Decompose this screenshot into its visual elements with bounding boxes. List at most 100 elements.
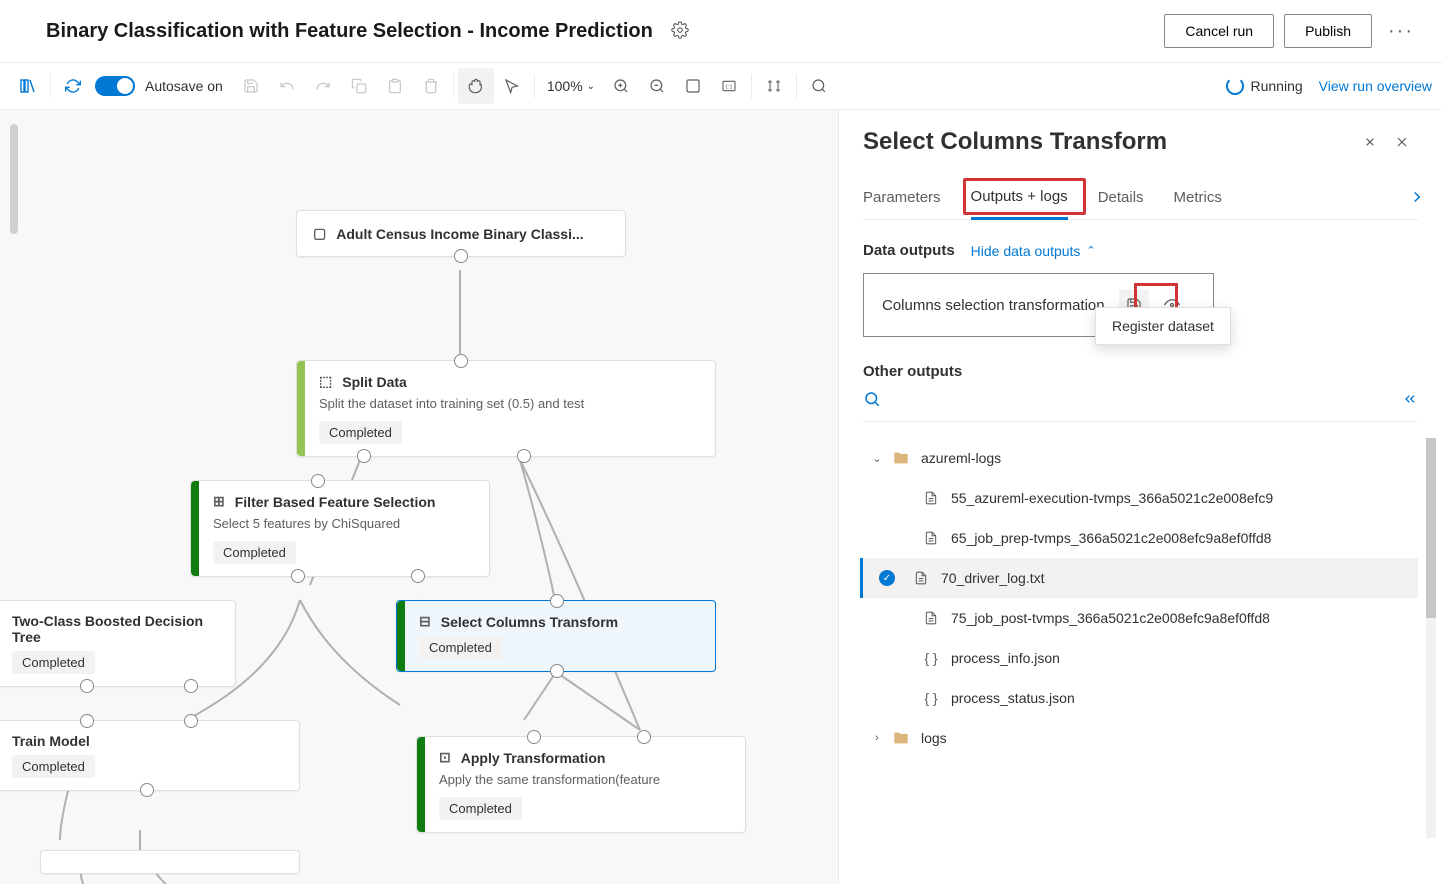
panel-title: Select Columns Transform: [863, 128, 1354, 156]
status-badge: Completed: [213, 541, 296, 564]
tree-file[interactable]: { } process_status.json: [863, 678, 1418, 718]
file-icon: [921, 491, 941, 505]
zoom-in-icon[interactable]: [603, 68, 639, 104]
data-outputs-label: Data outputs: [863, 242, 955, 259]
pointer-icon[interactable]: [494, 68, 530, 104]
autoformat-icon[interactable]: [756, 68, 792, 104]
tree-scrollbar[interactable]: [1426, 438, 1436, 838]
fit-icon[interactable]: [675, 68, 711, 104]
delete-icon[interactable]: [413, 68, 449, 104]
settings-icon[interactable]: [671, 21, 689, 42]
undo-icon[interactable]: [269, 68, 305, 104]
more-icon[interactable]: ···: [1388, 20, 1414, 43]
search-icon[interactable]: [801, 68, 837, 104]
node-apply-transformation[interactable]: ⊡Apply Transformation Apply the same tra…: [416, 736, 746, 833]
redo-icon[interactable]: [305, 68, 341, 104]
input-port[interactable]: [454, 354, 468, 368]
library-icon[interactable]: [10, 68, 46, 104]
output-port[interactable]: [80, 679, 94, 693]
tree-label: 65_job_prep-tvmps_366a5021c2e008efc9a8ef…: [951, 530, 1271, 546]
input-port[interactable]: [527, 730, 541, 744]
status-badge: Completed: [419, 636, 502, 659]
other-outputs-label: Other outputs: [863, 363, 1418, 380]
paste-icon[interactable]: [377, 68, 413, 104]
save-icon[interactable]: [233, 68, 269, 104]
canvas-scrollbar[interactable]: [10, 124, 18, 234]
search-icon[interactable]: [863, 390, 881, 411]
zoom-dropdown[interactable]: 100%⌄: [547, 78, 595, 94]
node-title: Two-Class Boosted Decision Tree: [12, 613, 221, 645]
publish-button[interactable]: Publish: [1284, 14, 1372, 48]
output-port[interactable]: [550, 664, 564, 678]
database-icon: ▢: [313, 225, 326, 242]
tabs-scroll-right-icon[interactable]: [1408, 188, 1426, 209]
output-port[interactable]: [517, 449, 531, 463]
tree-label: 75_job_post-tvmps_366a5021c2e008efc9a8ef…: [951, 610, 1270, 626]
tree-file[interactable]: 55_azureml-execution-tvmps_366a5021c2e00…: [863, 478, 1418, 518]
node-description: Apply the same transformation(feature: [417, 772, 745, 797]
expand-icon[interactable]: [1354, 126, 1386, 158]
page-title: Binary Classification with Feature Selec…: [46, 20, 653, 43]
pipeline-canvas[interactable]: ▢ Adult Census Income Binary Classi... ⬚S…: [0, 110, 838, 884]
input-port[interactable]: [80, 714, 94, 728]
node-two-class-boosted[interactable]: Two-Class Boosted Decision Tree Complete…: [0, 600, 236, 687]
chevron-down-icon: ⌄: [869, 452, 885, 465]
view-run-overview-link[interactable]: View run overview: [1319, 78, 1432, 94]
tooltip: Register dataset: [1095, 307, 1231, 345]
output-port[interactable]: [140, 783, 154, 797]
input-port[interactable]: [184, 714, 198, 728]
input-port[interactable]: [550, 594, 564, 608]
status-badge: Completed: [12, 755, 95, 778]
output-port[interactable]: [291, 569, 305, 583]
autosave-toggle[interactable]: [95, 76, 135, 96]
node-filter-feature-selection[interactable]: ⊞Filter Based Feature Selection Select 5…: [190, 480, 490, 577]
refresh-icon[interactable]: [55, 68, 91, 104]
collapse-icon[interactable]: [1402, 391, 1418, 410]
input-port[interactable]: [637, 730, 651, 744]
check-icon: ✓: [879, 570, 895, 586]
tree-folder[interactable]: › logs: [863, 718, 1418, 758]
node-split-data[interactable]: ⬚Split Data Split the dataset into train…: [296, 360, 716, 457]
zoom-out-icon[interactable]: [639, 68, 675, 104]
tree-file[interactable]: 65_job_prep-tvmps_366a5021c2e008efc9a8ef…: [863, 518, 1418, 558]
copy-icon[interactable]: [341, 68, 377, 104]
transform-icon: ⊡: [439, 749, 451, 766]
actual-size-icon[interactable]: 1:1: [711, 68, 747, 104]
node-partial[interactable]: [40, 850, 300, 874]
node-select-columns-transform[interactable]: ⊟Select Columns Transform Completed: [396, 600, 716, 672]
braces-icon: { }: [921, 690, 941, 706]
status-badge: Completed: [319, 421, 402, 444]
file-icon: [911, 571, 931, 585]
tab-parameters[interactable]: Parameters: [863, 177, 941, 218]
hide-data-outputs-link[interactable]: Hide data outputs⌃: [971, 243, 1096, 259]
svg-text:1:1: 1:1: [725, 85, 732, 91]
tree-file[interactable]: { } process_info.json: [863, 638, 1418, 678]
output-port[interactable]: [357, 449, 371, 463]
tree-label: process_info.json: [951, 650, 1060, 666]
tree-file[interactable]: 75_job_post-tvmps_366a5021c2e008efc9a8ef…: [863, 598, 1418, 638]
output-name: Columns selection transformation: [882, 297, 1105, 314]
split-icon: ⬚: [319, 373, 332, 390]
node-title: Filter Based Feature Selection: [235, 494, 436, 510]
cancel-run-button[interactable]: Cancel run: [1164, 14, 1274, 48]
tree-folder[interactable]: ⌄ azureml-logs: [863, 438, 1418, 478]
close-icon[interactable]: [1386, 126, 1418, 158]
tab-metrics[interactable]: Metrics: [1174, 177, 1222, 218]
running-label: Running: [1250, 78, 1302, 94]
columns-icon: ⊟: [419, 613, 431, 630]
node-title: Adult Census Income Binary Classi...: [336, 226, 583, 242]
input-port[interactable]: [311, 474, 325, 488]
status-badge: Completed: [12, 651, 95, 674]
header-bar: Binary Classification with Feature Selec…: [0, 0, 1442, 62]
file-icon: [921, 611, 941, 625]
output-port[interactable]: [184, 679, 198, 693]
tree-file-selected[interactable]: ✓ 70_driver_log.txt: [860, 558, 1418, 598]
pan-icon[interactable]: [458, 68, 494, 104]
node-train-model[interactable]: Train Model Completed: [0, 720, 300, 791]
tab-details[interactable]: Details: [1098, 177, 1144, 218]
tab-outputs-logs[interactable]: Outputs + logs: [971, 176, 1068, 220]
node-dataset[interactable]: ▢ Adult Census Income Binary Classi...: [296, 210, 626, 257]
output-port[interactable]: [454, 249, 468, 263]
running-spinner-icon: [1226, 77, 1244, 95]
output-port[interactable]: [411, 569, 425, 583]
